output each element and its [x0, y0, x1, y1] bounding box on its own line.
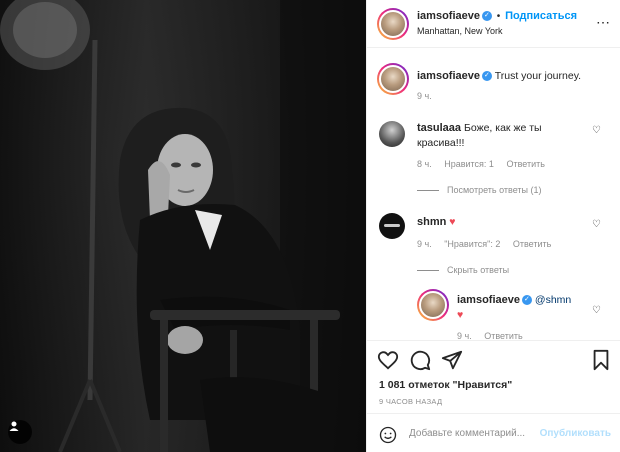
- reply-username[interactable]: iamsofiaeve: [457, 294, 520, 306]
- comment-likes[interactable]: Нравится: 1: [444, 159, 494, 169]
- photo-illustration: [0, 0, 366, 452]
- commenter-avatar[interactable]: [379, 213, 405, 239]
- follow-button[interactable]: Подписаться: [505, 10, 577, 22]
- like-comment-heart-icon[interactable]: ♡: [592, 125, 601, 136]
- hide-replies-toggle[interactable]: Скрыть ответы: [417, 265, 509, 275]
- thread-line: [417, 269, 439, 271]
- commenter-username[interactable]: shmn: [417, 216, 446, 228]
- post-actions: 1 081 отметок "Нравится" 9 ЧАСОВ НАЗАД Д…: [367, 340, 620, 452]
- person-icon: [9, 421, 19, 431]
- publish-button[interactable]: Опубликовать: [540, 428, 611, 439]
- caption-text: Trust your journey.: [494, 70, 582, 82]
- comment-age: 9 ч.: [417, 239, 432, 249]
- comment-age: 8 ч.: [417, 159, 432, 169]
- tag-people-button[interactable]: [8, 420, 32, 444]
- like-heart-icon[interactable]: [377, 349, 399, 371]
- post-sidebar: iamsofiaeve ✓ • Подписаться Manhattan, Ne…: [366, 0, 620, 452]
- emoji-smiley-icon[interactable]: [379, 426, 397, 444]
- thread-line: [417, 189, 439, 191]
- view-replies-label: Посмотреть ответы (1): [447, 185, 542, 195]
- share-paper-plane-icon[interactable]: [441, 349, 463, 371]
- comment-meta: 9 ч. "Нравится": 2 Ответить: [417, 239, 561, 249]
- comment-item: shmn ♥ ♡ 9 ч. "Нравится": 2 Ответить Скр…: [367, 213, 620, 283]
- comments-list[interactable]: iamsofiaeve ✓ Trust your journey. 9 ч. ta…: [367, 49, 620, 340]
- caption: iamsofiaeve ✓ Trust your journey. 9 ч.: [367, 63, 620, 113]
- verified-badge-icon: ✓: [521, 295, 532, 306]
- comment-input[interactable]: Добавьте комментарий...: [409, 428, 525, 439]
- add-comment-bar: Добавьте комментарий... Опубликовать: [367, 413, 620, 452]
- reply-meta: 9 ч. Ответить: [457, 331, 533, 340]
- reply-button[interactable]: Ответить: [513, 239, 551, 249]
- reply-item: iamsofiaeve ✓ @shmn ♥ ♡ 9 ч. Ответить: [367, 289, 620, 340]
- commenter-username[interactable]: tasulaaa: [417, 122, 461, 134]
- location-link[interactable]: Manhattan, New York: [417, 26, 503, 36]
- comment-item: tasulaaa Боже, как же ты красива!!! ♡ 8 …: [367, 119, 620, 205]
- hide-replies-label: Скрыть ответы: [447, 265, 510, 275]
- heart-emoji-icon: ♥: [457, 309, 464, 321]
- comment-likes[interactable]: "Нравится": 2: [444, 239, 500, 249]
- post-header: iamsofiaeve ✓ • Подписаться Manhattan, Ne…: [367, 0, 620, 48]
- heart-emoji-icon: ♥: [449, 216, 456, 228]
- reply-mention[interactable]: @shmn: [535, 294, 571, 306]
- more-dots-icon[interactable]: ⋯: [596, 14, 610, 31]
- like-reply-heart-icon[interactable]: ♡: [592, 305, 601, 316]
- caption-username[interactable]: iamsofiaeve: [417, 70, 480, 82]
- action-icons: [377, 349, 611, 373]
- comment-bubble-icon[interactable]: [409, 349, 431, 371]
- view-replies-toggle[interactable]: Посмотреть ответы (1): [417, 185, 542, 195]
- reply-age: 9 ч.: [457, 331, 472, 340]
- verified-badge-icon: ✓: [481, 11, 492, 22]
- verified-badge-icon: ✓: [481, 71, 492, 82]
- reply-button[interactable]: Ответить: [484, 331, 522, 340]
- reply-avatar[interactable]: [417, 289, 449, 321]
- save-bookmark-icon[interactable]: [591, 349, 611, 371]
- post-photo[interactable]: [0, 0, 366, 452]
- commenter-avatar[interactable]: [379, 121, 405, 147]
- author-line: iamsofiaeve ✓ • Подписаться: [417, 10, 577, 22]
- caption-age: 9 ч.: [417, 91, 432, 101]
- author-avatar[interactable]: [377, 8, 409, 40]
- post-timestamp[interactable]: 9 ЧАСОВ НАЗАД: [379, 397, 442, 406]
- likes-count[interactable]: 1 081 отметок "Нравится": [379, 379, 512, 391]
- reply-button[interactable]: Ответить: [506, 159, 544, 169]
- caption-avatar[interactable]: [377, 63, 409, 95]
- separator-dot: •: [496, 11, 501, 22]
- like-comment-heart-icon[interactable]: ♡: [592, 219, 601, 230]
- author-username[interactable]: iamsofiaeve: [417, 10, 480, 22]
- comment-meta: 8 ч. Нравится: 1 Ответить: [417, 159, 555, 169]
